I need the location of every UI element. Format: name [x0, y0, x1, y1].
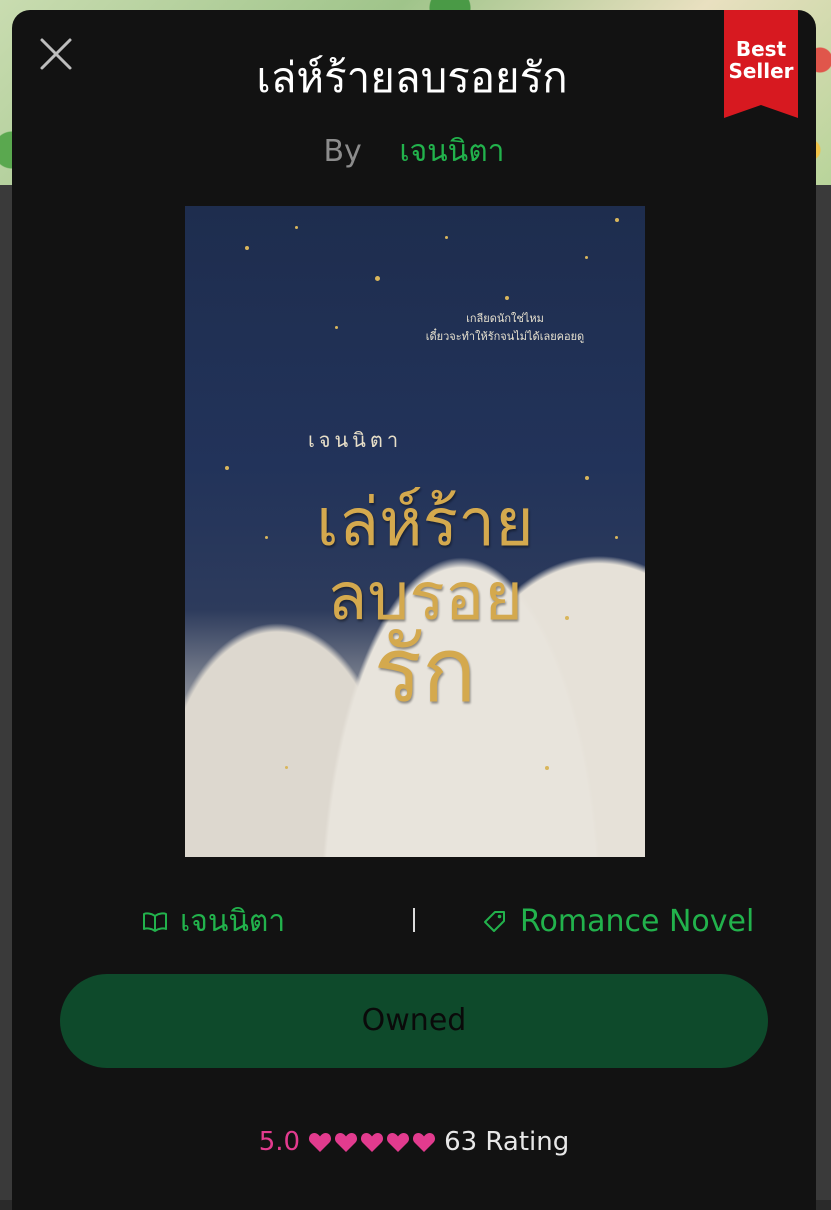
book-title: เล่ห์ร้ายลบรอยรัก: [256, 53, 568, 102]
badge-text-line2: Seller: [728, 59, 794, 83]
byline: By เจนนิตา: [12, 132, 816, 172]
by-label: By: [323, 134, 362, 169]
cover-title-line3: รัก: [373, 618, 477, 723]
meta-divider: [413, 908, 415, 932]
tag-icon: [484, 911, 505, 932]
cover-author: เจนนิตา: [307, 428, 403, 452]
heart-icon: [309, 1133, 332, 1152]
book-icon: [143, 912, 167, 932]
rating-score: 5.0: [258, 1127, 301, 1157]
meta-author-link[interactable]: เจนนิตา: [142, 900, 285, 944]
close-button[interactable]: [36, 34, 76, 74]
close-icon: [40, 38, 72, 70]
author-link[interactable]: เจนนิตา: [399, 134, 504, 169]
cover-tagline-line1: เกลียดนักใช่ไหม: [466, 312, 544, 325]
book-cover-image: เกลียดนักใช่ไหม เดี๋ยวจะทำให้รักจนไม่ได้…: [185, 206, 645, 857]
rating-hearts: [308, 1131, 436, 1153]
rating-row: 5.0 63 Rating: [12, 1122, 816, 1162]
heart-icon: [361, 1133, 384, 1152]
cover-tagline: เกลียดนักใช่ไหม เดี๋ยวจะทำให้รักจนไม่ได้…: [405, 310, 605, 346]
meta-genre-link[interactable]: Romance Novel: [482, 900, 754, 944]
heart-icon: [335, 1133, 358, 1152]
rating-count: 63 Rating: [444, 1127, 570, 1157]
book-detail-sheet: เล่ห์ร้ายลบรอยรัก Best Seller By เจนนิตา…: [12, 10, 816, 1210]
heart-icon: [413, 1133, 436, 1152]
meta-genre-label: Romance Novel: [520, 904, 755, 939]
best-seller-badge: Best Seller: [724, 10, 798, 118]
badge-text-line1: Best: [735, 37, 787, 61]
meta-author-label: เจนนิตา: [180, 904, 286, 939]
cover-title: เล่ห์ร้าย ลบรอย รัก: [245, 484, 605, 723]
owned-button[interactable]: Owned: [60, 974, 768, 1068]
book-meta-row: เจนนิตา Romance Novel: [12, 900, 816, 944]
cover-title-line1: เล่ห์ร้าย: [316, 484, 534, 561]
cover-tagline-line2: เดี๋ยวจะทำให้รักจนไม่ได้เลยคอยดู: [425, 330, 585, 343]
heart-icon: [387, 1133, 410, 1152]
